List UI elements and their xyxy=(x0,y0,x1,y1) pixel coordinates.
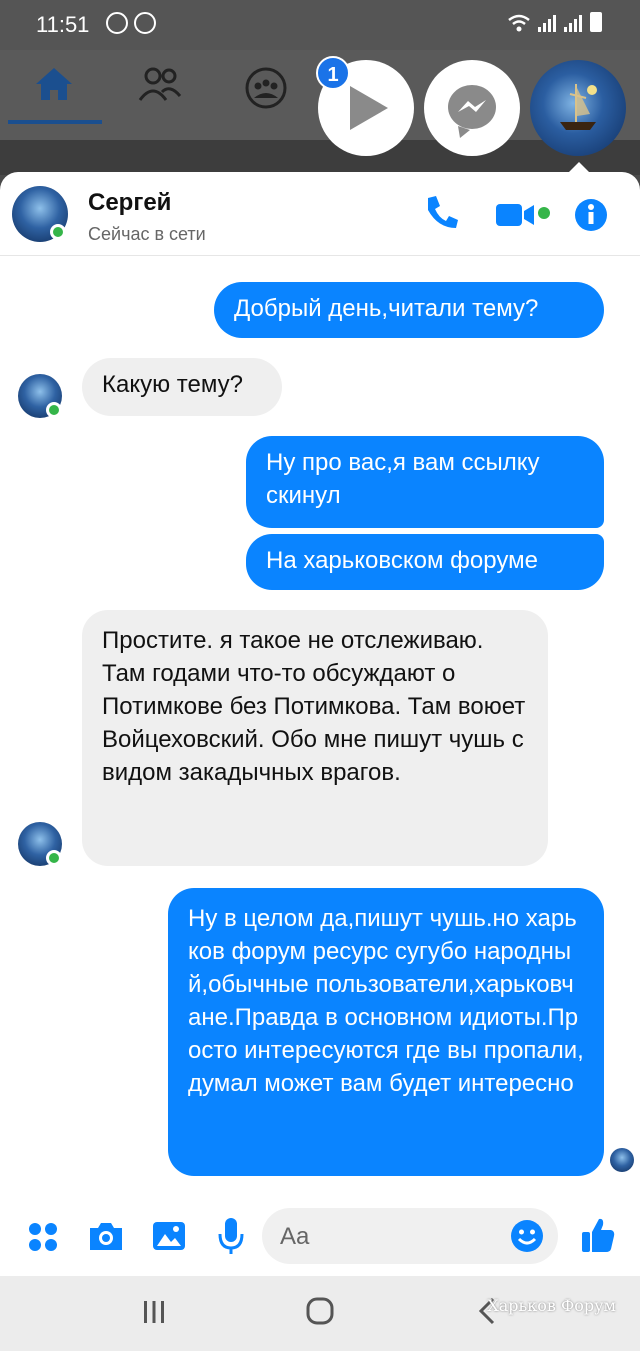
message-outgoing[interactable]: Ну про вас,я вам ссылку скинул xyxy=(246,436,604,528)
mic-icon[interactable] xyxy=(216,1216,246,1256)
messenger-icon xyxy=(448,85,496,138)
friends-icon[interactable] xyxy=(138,66,182,102)
camera-icon[interactable] xyxy=(88,1220,124,1252)
seen-receipt-avatar xyxy=(610,1148,634,1172)
messenger-chat-head[interactable] xyxy=(424,60,520,156)
ship-avatar-icon xyxy=(560,84,597,130)
emoji-icon[interactable] xyxy=(510,1219,544,1253)
contact-chat-head[interactable] xyxy=(530,60,626,156)
message-composer: Aa xyxy=(0,1204,640,1276)
unread-badge: 1 xyxy=(316,56,350,90)
home-nav-icon[interactable] xyxy=(306,1296,334,1326)
recents-icon[interactable] xyxy=(142,1300,166,1324)
battery-icon xyxy=(590,12,602,32)
info-icon[interactable] xyxy=(574,198,608,232)
home-icon[interactable] xyxy=(34,66,74,102)
watermark: Харьков Форум xyxy=(487,1296,616,1315)
message-outgoing[interactable]: Добрый день,читали тему? xyxy=(214,282,604,338)
status-bar: 11:51 xyxy=(0,0,640,50)
messenger-chat-panel: Сергей Сейчас в сети Добрый день,читали … xyxy=(0,172,640,1276)
message-input[interactable]: Aa xyxy=(262,1208,558,1264)
more-icon[interactable] xyxy=(28,1222,58,1252)
status-time: 11:51 xyxy=(36,12,90,37)
gallery-icon[interactable] xyxy=(152,1220,186,1252)
contact-name[interactable]: Сергей xyxy=(88,189,171,217)
online-indicator xyxy=(46,402,62,418)
message-outgoing[interactable]: Ну в целом да,пишут чушь.но харьков фору… xyxy=(168,888,604,1176)
video-icon[interactable] xyxy=(496,202,540,226)
messenger-notification-icon xyxy=(134,12,156,34)
online-indicator xyxy=(50,224,66,240)
android-nav-bar: Харьков Форум xyxy=(0,1276,640,1351)
home-tab-indicator xyxy=(8,120,102,124)
message-incoming[interactable]: Какую тему? xyxy=(82,358,282,416)
status-notification-icons xyxy=(106,12,156,34)
signal-1-icon xyxy=(538,14,556,32)
viber-icon xyxy=(106,12,128,34)
phone-icon[interactable] xyxy=(424,194,458,230)
chat-header: Сергей Сейчас в сети xyxy=(0,172,640,256)
groups-icon[interactable] xyxy=(244,66,288,110)
wifi-icon xyxy=(508,14,530,32)
signal-2-icon xyxy=(564,14,582,32)
message-incoming[interactable]: Простите. я такое не отслеживаю. Там год… xyxy=(82,610,548,866)
online-indicator xyxy=(46,850,62,866)
message-input-placeholder: Aa xyxy=(280,1223,310,1250)
message-outgoing[interactable]: На харьковском форуме xyxy=(246,534,604,590)
like-icon[interactable] xyxy=(580,1216,616,1254)
contact-status: Сейчас в сети xyxy=(88,224,206,244)
video-online-dot xyxy=(538,207,550,219)
status-right-icons xyxy=(508,12,602,32)
